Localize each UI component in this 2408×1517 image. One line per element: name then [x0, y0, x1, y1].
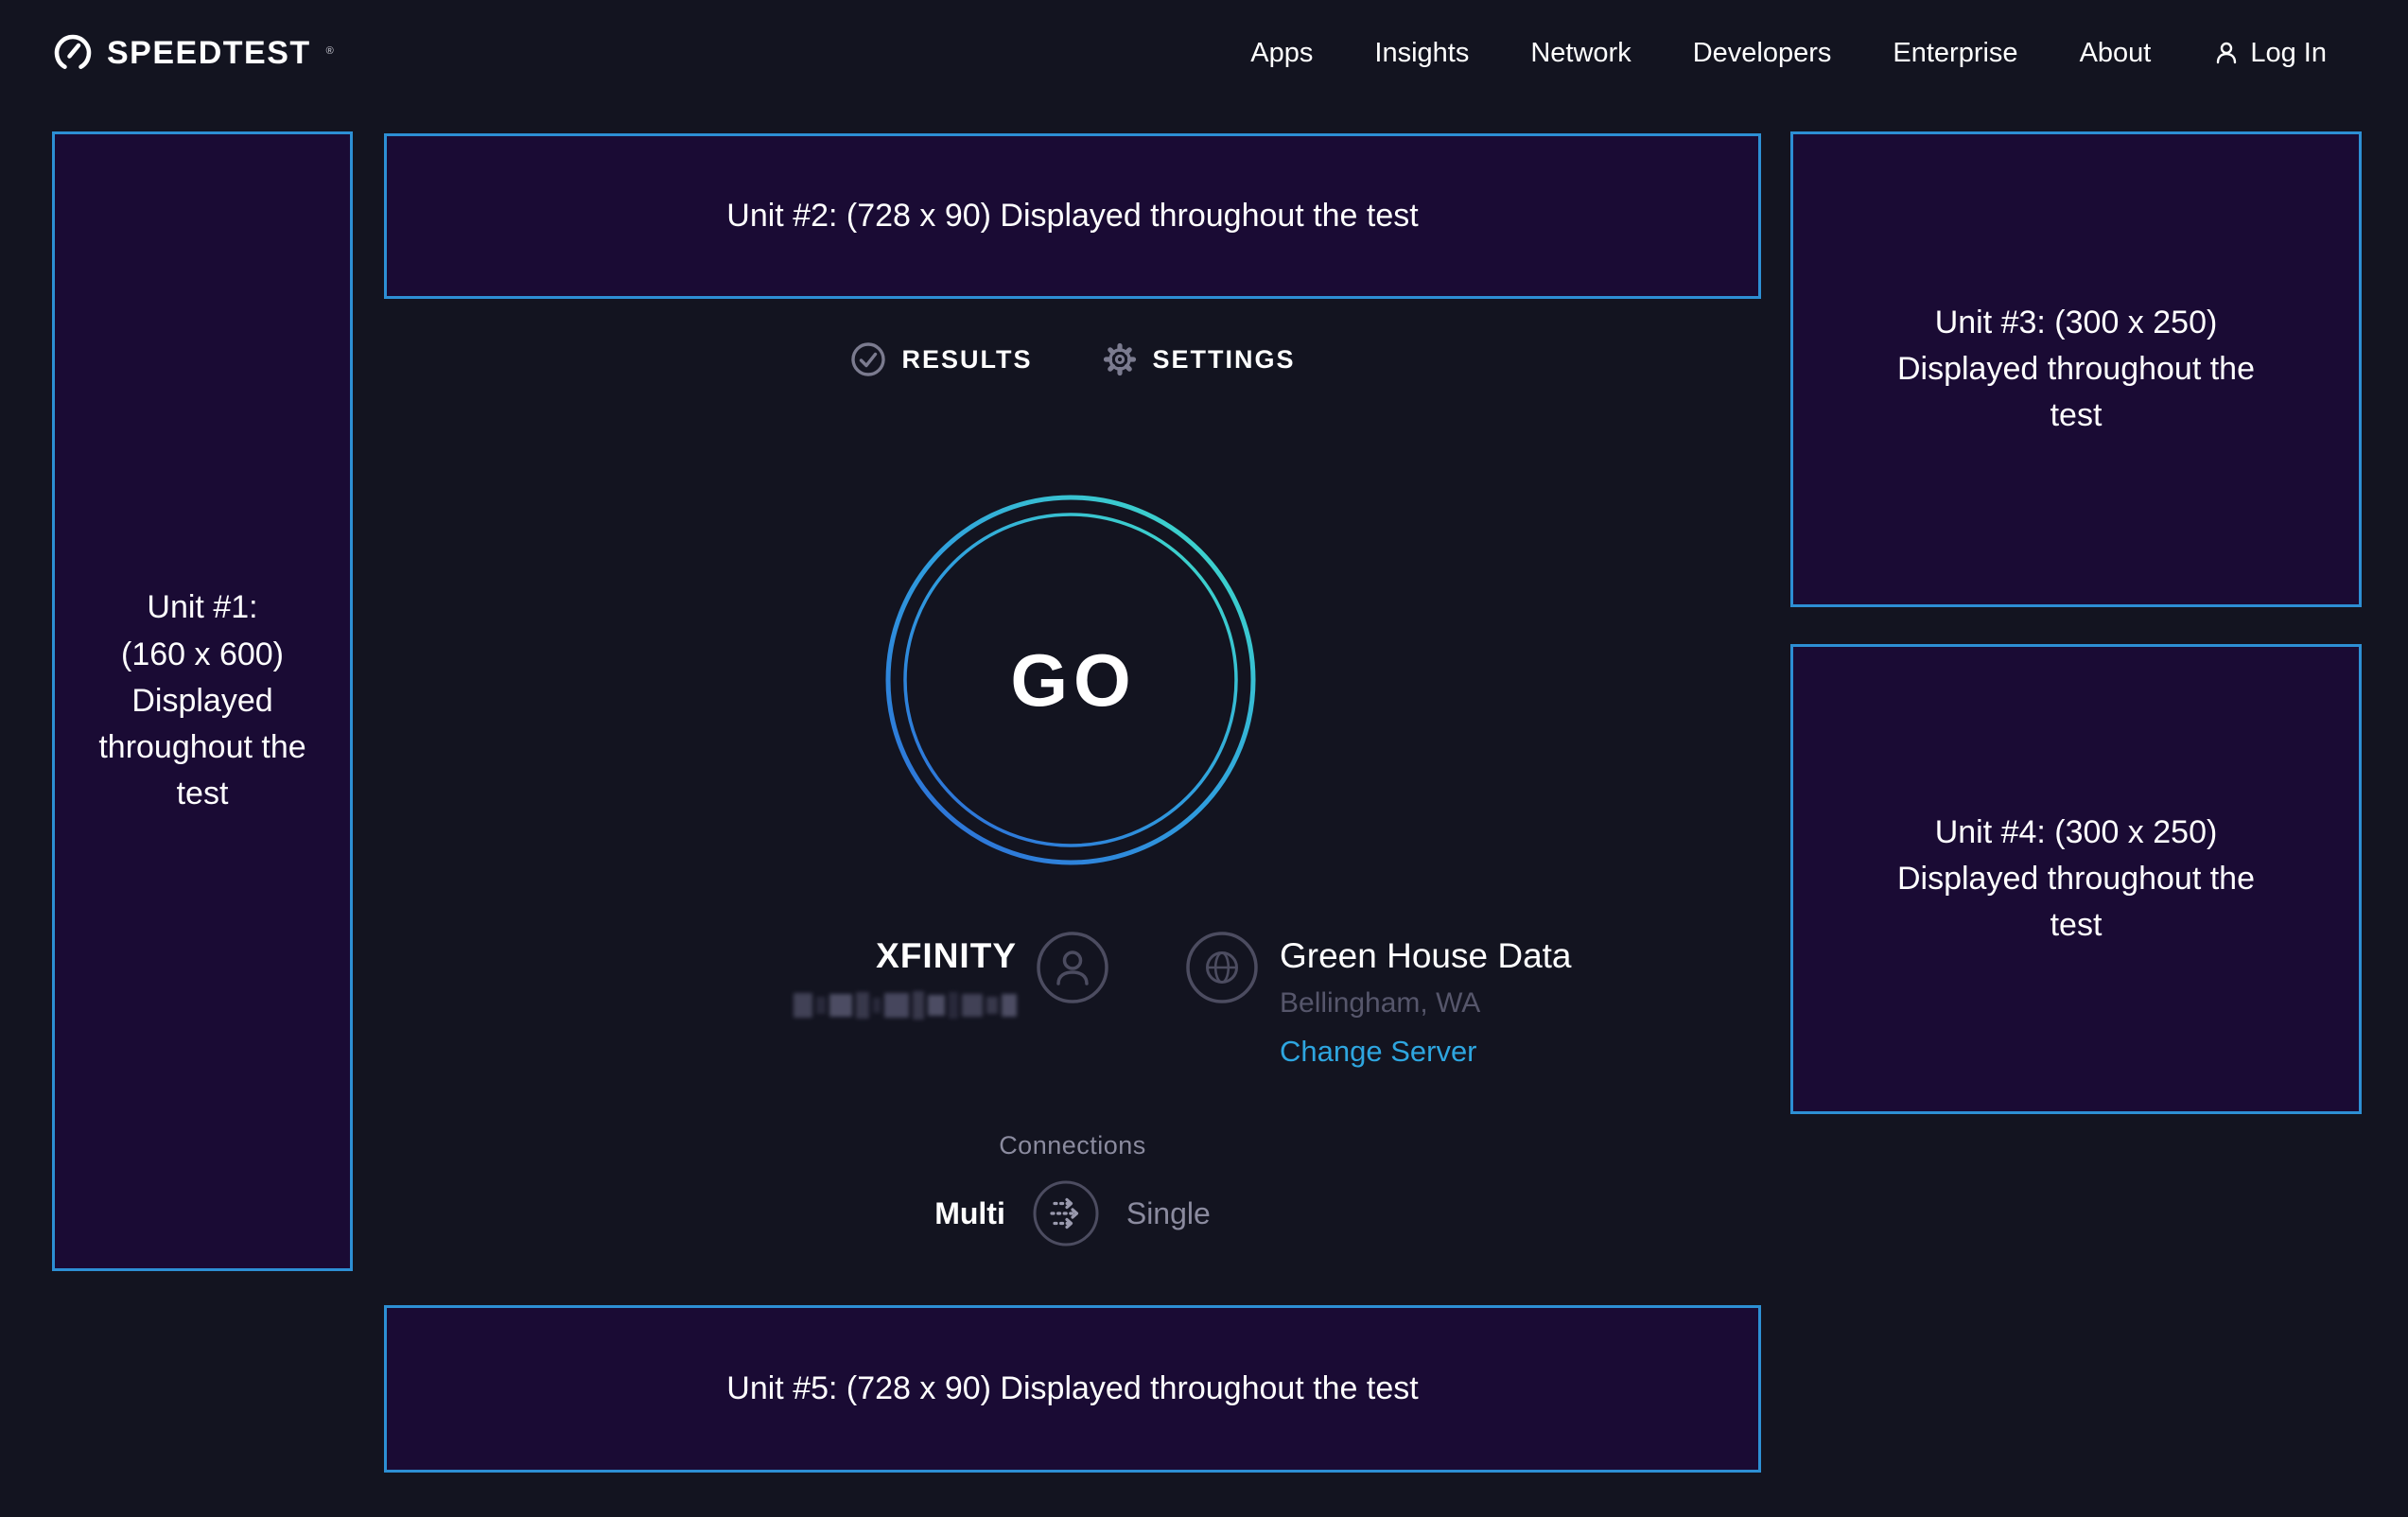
ad-unit-1[interactable]: Unit #1: (160 x 600) Displayed throughou…: [52, 131, 353, 1271]
isp-user-icon: [1036, 931, 1109, 1004]
nav-item-insights[interactable]: Insights: [1374, 38, 1469, 69]
login-label: Log In: [2250, 38, 2327, 69]
server-location: Bellingham, WA: [1280, 987, 1480, 1020]
redacted-ip-address: [794, 991, 1017, 1020]
speedtest-logo[interactable]: SPEEDTEST ®: [52, 32, 334, 74]
logo-text: SPEEDTEST: [107, 35, 311, 72]
check-circle-icon: [849, 340, 887, 378]
ad-unit-1-text: Unit #1: (160 x 600) Displayed throughou…: [84, 584, 321, 817]
server-info: Green House Data Bellingham, WA Change S…: [1185, 931, 1572, 1069]
go-button[interactable]: GO: [885, 495, 1256, 865]
ad-unit-3-text: Unit #3: (300 x 250) Displayed throughou…: [1877, 300, 2275, 440]
nav-links: Apps Insights Network Developers Enterpr…: [1250, 38, 2327, 69]
results-tab-label: RESULTS: [901, 345, 1032, 375]
ad-unit-4-text: Unit #4: (300 x 250) Displayed throughou…: [1877, 810, 2275, 950]
nav-item-network[interactable]: Network: [1530, 38, 1631, 69]
ad-unit-2-text: Unit #2: (728 x 90) Displayed throughout…: [726, 193, 1418, 239]
tab-results[interactable]: RESULTS: [849, 340, 1032, 378]
gear-icon: [1101, 340, 1139, 378]
ad-unit-4[interactable]: Unit #4: (300 x 250) Displayed throughou…: [1790, 644, 2362, 1114]
tab-settings[interactable]: SETTINGS: [1101, 340, 1296, 378]
multi-connection-icon[interactable]: [1032, 1179, 1100, 1247]
isp-name: XFINITY: [876, 936, 1017, 976]
connection-details: XFINITY: [794, 931, 1572, 1069]
go-button-label: GO: [885, 495, 1256, 865]
speedometer-icon: [52, 32, 94, 74]
logo-trademark: ®: [326, 45, 334, 57]
globe-icon: [1185, 931, 1259, 1004]
nav-item-apps[interactable]: Apps: [1250, 38, 1313, 69]
nav-item-developers[interactable]: Developers: [1693, 38, 1832, 69]
speedtest-page: SPEEDTEST ® Apps Insights Network Develo…: [0, 0, 2408, 1517]
nav-item-about[interactable]: About: [2080, 38, 2152, 69]
login-button[interactable]: Log In: [2212, 38, 2327, 69]
isp-info: XFINITY: [794, 931, 1109, 1020]
nav-item-enterprise[interactable]: Enterprise: [1893, 38, 2017, 69]
connections-single-label[interactable]: Single: [1126, 1196, 1211, 1231]
connections-multi-label[interactable]: Multi: [934, 1196, 1005, 1231]
results-settings-tabs: RESULTS: [384, 340, 1761, 378]
change-server-link[interactable]: Change Server: [1280, 1035, 1477, 1069]
server-name: Green House Data: [1280, 936, 1572, 976]
ad-unit-2[interactable]: Unit #2: (728 x 90) Displayed throughout…: [384, 133, 1761, 299]
connections-toggle: Multi Single: [384, 1179, 1761, 1247]
ad-unit-5[interactable]: Unit #5: (728 x 90) Displayed throughout…: [384, 1305, 1761, 1473]
ad-unit-5-text: Unit #5: (728 x 90) Displayed throughout…: [726, 1366, 1418, 1412]
settings-tab-label: SETTINGS: [1153, 345, 1296, 375]
top-nav: SPEEDTEST ® Apps Insights Network Develo…: [0, 0, 2408, 106]
ad-unit-3[interactable]: Unit #3: (300 x 250) Displayed throughou…: [1790, 131, 2362, 607]
user-icon: [2212, 39, 2241, 67]
connections-title: Connections: [384, 1131, 1761, 1160]
